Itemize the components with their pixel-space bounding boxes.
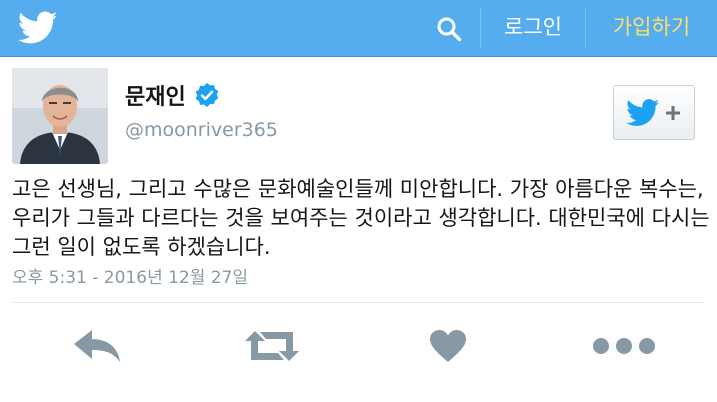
plus-icon — [666, 105, 680, 120]
author-row: 문재인 — [125, 79, 220, 111]
author-handle[interactable]: @moonriver365 — [125, 119, 278, 141]
more-icon — [593, 338, 655, 354]
login-link[interactable]: 로그인 — [481, 0, 585, 57]
reply-icon — [74, 330, 120, 362]
reply-button[interactable] — [62, 320, 132, 372]
tweet-timestamp[interactable]: 오후 5:31 - 2016년 12월 27일 — [12, 263, 248, 288]
tweet-card: 문재인 @moonriver365 고은 선생님, 그리고 수많은 문화예술인들… — [0, 57, 717, 402]
top-bar: 로그인 가입하기 — [0, 0, 717, 57]
follow-button[interactable] — [613, 85, 695, 140]
retweet-icon — [245, 331, 299, 361]
tweet-text: 고은 선생님, 그리고 수많은 문화예술인들께 미안합니다. 가장 아름다운 복… — [12, 177, 710, 259]
retweet-button[interactable] — [237, 320, 307, 372]
more-button[interactable] — [589, 320, 659, 372]
search-icon — [437, 17, 462, 41]
twitter-logo-icon[interactable] — [18, 11, 58, 45]
author-name[interactable]: 문재인 — [125, 79, 186, 111]
divider — [12, 302, 705, 303]
search-button[interactable] — [418, 0, 480, 57]
signup-link[interactable]: 가입하기 — [586, 0, 717, 57]
twitter-bird-icon — [626, 98, 660, 126]
avatar[interactable] — [12, 68, 108, 164]
like-icon — [430, 330, 466, 362]
verified-badge-icon — [195, 83, 219, 107]
avatar-portrait-image — [12, 68, 108, 164]
like-button[interactable] — [413, 320, 483, 372]
